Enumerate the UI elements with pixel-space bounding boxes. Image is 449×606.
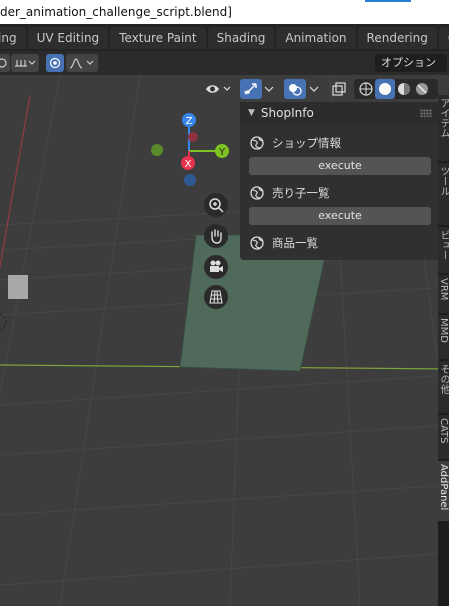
sellers-execute-button[interactable]: execute <box>249 207 431 225</box>
camera-view-button[interactable] <box>204 255 228 279</box>
panel-row-shop-info: ショップ情報 <box>250 133 341 153</box>
window-title: der_animation_challenge_script.blend] <box>0 5 232 19</box>
sidebar-tab-mmd[interactable]: MMD <box>438 315 449 359</box>
shop-info-label: ショップ情報 <box>272 136 341 150</box>
shading-mode-group <box>354 79 438 99</box>
sidebar-tab-other[interactable]: その他 <box>438 361 449 413</box>
sidebar-tab-item[interactable]: アイテム <box>438 95 449 161</box>
visibility-dropdown[interactable] <box>204 79 234 99</box>
panel-row-sellers: 売り子一覧 <box>250 183 330 203</box>
tab-uv-editing[interactable]: UV Editing <box>27 26 109 49</box>
pan-button[interactable] <box>204 224 228 248</box>
falloff-icon <box>69 58 94 69</box>
grid-icon <box>209 290 223 304</box>
tab-texture-paint[interactable]: Texture Paint <box>110 26 206 49</box>
panel-title: ShopInfo <box>260 106 314 120</box>
workspace-tabs: ing UV Editing Texture Paint Shading Ani… <box>0 24 449 51</box>
svg-text:Y: Y <box>218 147 226 158</box>
shop-info-execute-button[interactable]: execute <box>249 157 431 175</box>
proportional-icon <box>49 57 61 69</box>
hand-icon <box>211 229 222 244</box>
snap-dropdown[interactable] <box>11 54 39 72</box>
world-icon <box>250 186 264 200</box>
sidebar-tab-cats[interactable]: CATS <box>438 415 449 459</box>
pivot-icon[interactable] <box>0 54 10 72</box>
chevron-down-icon <box>264 86 274 92</box>
shading-icons[interactable] <box>354 79 438 99</box>
options-dropdown[interactable]: オプション ⌄ <box>375 54 447 75</box>
shopinfo-panel: ▼ ShopInfo ショップ情報 execute 売り子一覧 execute … <box>240 102 438 260</box>
products-label: 商品一覧 <box>272 236 318 250</box>
panel-row-products: 商品一覧 <box>250 233 318 253</box>
tab-animation[interactable]: Animation <box>276 26 356 49</box>
eye-icon <box>206 85 231 93</box>
tab-shading[interactable]: Shading <box>207 26 275 49</box>
tab-rendering[interactable]: Rendering <box>357 26 437 49</box>
collapse-triangle-icon[interactable]: ▼ <box>248 108 255 118</box>
tab-layout[interactable]: ing <box>0 26 26 49</box>
zoom-button[interactable] <box>204 193 228 217</box>
title-bar: der_animation_challenge_script.blend] <box>0 0 449 24</box>
xray-toggle-button[interactable] <box>330 79 348 99</box>
gizmo-icon <box>244 83 257 95</box>
world-icon <box>250 136 264 150</box>
overlay-toggle-button[interactable] <box>284 79 306 99</box>
falloff-dropdown[interactable] <box>66 54 98 72</box>
overlay-dropdown[interactable] <box>306 79 322 99</box>
sidebar-tab-tool[interactable]: ツール <box>438 163 449 225</box>
drag-handle-icon[interactable] <box>420 109 432 117</box>
sidebar-tab-view[interactable]: ビュー <box>438 227 449 273</box>
zoom-icon <box>209 198 224 213</box>
selected-object[interactable] <box>8 275 28 299</box>
blender-window: der_animation_challenge_script.blend] in… <box>0 0 449 606</box>
svg-text:Z: Z <box>186 116 193 127</box>
3d-viewport[interactable]: Z Y X ▼ ShopInfo ショップ情報 execute 売り子一覧 ex… <box>0 75 449 606</box>
tab-compositing[interactable]: Compositin <box>438 26 449 49</box>
ortho-toggle-button[interactable] <box>204 285 228 309</box>
sidebar-tab-addpanel[interactable]: AddPanel <box>438 461 449 521</box>
gizmo-toggle-button[interactable] <box>240 79 262 99</box>
viewport-header: オプション ⌄ <box>0 51 449 75</box>
world-icon <box>250 236 264 250</box>
sidebar-tab-vrm[interactable]: VRM <box>438 275 449 313</box>
snap-icon <box>15 60 36 67</box>
panel-header[interactable]: ▼ ShopInfo <box>240 102 438 124</box>
chevron-down-icon <box>309 86 319 92</box>
camera-icon <box>210 260 223 272</box>
overlay-icon <box>289 84 302 96</box>
xray-icon <box>332 82 346 96</box>
sellers-label: 売り子一覧 <box>272 186 330 200</box>
proportional-edit-button[interactable] <box>46 54 64 72</box>
title-accent <box>365 0 411 2</box>
sidebar-tabs: アイテム ツール ビュー VRM MMD その他 CATS AddPanel <box>438 95 449 606</box>
svg-text:X: X <box>185 159 192 170</box>
navigation-gizmo[interactable]: Z Y X <box>145 110 235 190</box>
gizmo-dropdown[interactable] <box>262 79 276 99</box>
